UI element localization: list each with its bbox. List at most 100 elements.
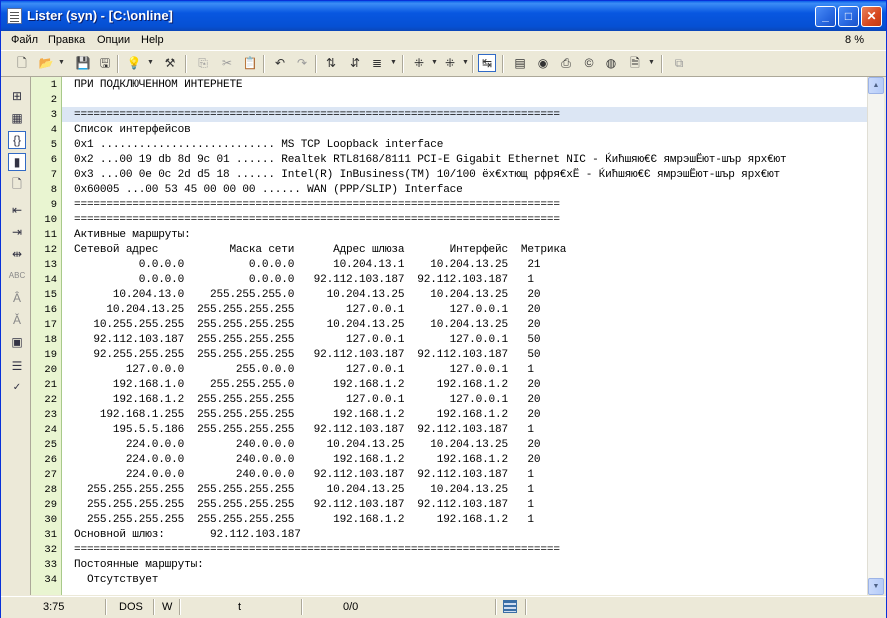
export-icon[interactable]: ▤ [511,54,529,72]
copy-icon[interactable]: ⎘ [194,54,212,72]
document-icon[interactable]: 🗋 [8,175,26,193]
list-icon[interactable]: ☰ [8,357,26,375]
open-icon[interactable]: 📂 [37,54,55,72]
indent-right-icon[interactable]: ⇥ [8,223,26,241]
sort-desc-icon[interactable]: ⇵ [346,54,364,72]
sort-asc-icon[interactable]: ⇅ [322,54,340,72]
line-number: 12 [44,244,57,256]
font-size-up-icon[interactable]: Â [8,289,26,307]
save-as-icon[interactable]: 🖫 [96,54,114,72]
cursor-position: 3:75 [43,601,65,613]
line-number: 28 [44,484,57,496]
text-line: 127.0.0.0 255.0.0.0 127.0.0.1 127.0.0.1 … [74,364,534,376]
undo-icon[interactable]: ↶ [271,54,289,72]
scroll-up-icon[interactable]: ▲ [868,77,884,94]
align-icon[interactable]: ⇹ [8,245,26,263]
status-divider [525,599,527,615]
page-dropdown-icon[interactable]: ▼ [648,54,655,72]
text-line: 255.255.255.255 255.255.255.255 10.204.1… [74,484,534,496]
toolbar-separator [117,55,119,73]
indent-icon[interactable]: ⁜ [410,54,428,72]
menu-edit[interactable]: Правка [48,34,85,46]
format-icon[interactable]: ≣ [368,54,386,72]
line-number: 33 [44,559,57,571]
text-line: 10.204.13.0 255.255.255.0 10.204.13.25 1… [74,289,541,301]
text-line: ПРИ ПОДКЛЮЧЕННОМ ИНТЕРНЕТЕ [74,79,243,91]
tools-icon[interactable]: ⚒ [161,54,179,72]
save-icon[interactable]: 💾 [74,54,92,72]
status-divider [179,599,181,615]
indent-left-icon[interactable]: ⇤ [8,201,26,219]
status-divider [495,599,497,615]
paste-icon[interactable]: 📋 [241,54,259,72]
new-file-icon[interactable]: 🗋 [13,54,31,72]
line-number: 10 [44,214,57,226]
text-line: 192.168.1.255 255.255.255.255 192.168.1.… [74,409,541,421]
hint-dropdown-icon[interactable]: ▼ [147,54,154,72]
text-line: Сетевой адрес Маска сети Адрес шлюза Инт… [74,244,567,256]
menu-options[interactable]: Опции [97,34,130,46]
left-toolbar: ⊞ ▦ {} ▮ 🗋 ⇤ ⇥ ⇹ ABC Â Ǎ ▣ ☰ ✓ [1,77,31,595]
outdent-dropdown-icon[interactable]: ▼ [462,54,469,72]
text-line: Постоянные маршруты: [74,559,204,571]
menu-file[interactable]: Файл [11,34,38,46]
wrap-mode[interactable]: W [162,600,172,615]
font-size-down-icon[interactable]: Ǎ [8,311,26,329]
maximize-button[interactable]: □ [838,6,859,27]
line-ending-mode[interactable]: DOS [119,600,143,615]
web-icon[interactable]: ◉ [534,54,552,72]
status-divider [105,599,107,615]
menu-help[interactable]: Help [141,34,164,46]
scroll-down-icon[interactable]: ▼ [868,578,884,595]
copyright-icon[interactable]: © [580,54,598,72]
nic-icon[interactable]: ◍ [602,54,620,72]
calendar-icon[interactable]: ▣ [8,333,26,351]
vertical-scrollbar[interactable]: ▲ ▼ [867,77,884,595]
word-wrap-icon[interactable]: ↹ [478,54,496,72]
cut-icon[interactable]: ✂ [218,54,236,72]
zoom-level[interactable]: 8 % [845,34,864,46]
text-line: 224.0.0.0 240.0.0.0 92.112.103.187 92.11… [74,469,534,481]
line-number: 29 [44,499,57,511]
page-icon[interactable]: 🗎 [626,54,644,72]
lister-app-icon[interactable] [7,8,22,24]
line-number: 32 [44,544,57,556]
line-number: 8 [50,184,57,196]
text-line: 0x1 ........................... MS TCP L… [74,139,444,151]
toolbar-separator [402,55,404,73]
bracket-icon[interactable]: {} [8,131,26,149]
indent-dropdown-icon[interactable]: ▼ [431,54,438,72]
open-dropdown-icon[interactable]: ▼ [58,54,65,72]
minimize-button[interactable]: _ [815,6,836,27]
line-number: 7 [50,169,57,181]
highlight-icon[interactable]: ▮ [8,153,26,171]
hint-icon[interactable]: 💡 [125,54,143,72]
toolbar-separator [263,55,265,73]
outdent-icon[interactable]: ⁜ [441,54,459,72]
text-line: 0x2 ...00 19 db 8d 9c 01 ...... Realtek … [74,154,787,166]
line-number: 14 [44,274,57,286]
text-line: 224.0.0.0 240.0.0.0 10.204.13.25 10.204.… [74,439,541,451]
text-line: 195.5.5.186 255.255.255.255 92.112.103.1… [74,424,534,436]
redo-icon[interactable]: ↷ [293,54,311,72]
window-title: Lister (syn) - [C:\online] [27,8,173,23]
spellcheck-icon[interactable]: ✓ [8,379,26,397]
title-bar[interactable]: Lister (syn) - [C:\online] _ □ ✕ [1,1,886,31]
text-viewer[interactable]: 1 2 3 4 5 6 7 8 9 10 11 12 13 14 15 16 17 18 19 20 21 22 23 24 2… [31,77,867,595]
menu-bar: Файл Правка Опции Help 8 % [1,31,886,50]
close-button[interactable]: ✕ [861,6,882,27]
status-divider [153,599,155,615]
encoding-status-icon[interactable] [503,600,517,613]
line-number: 21 [44,379,57,391]
print-icon[interactable]: ⎙ [557,54,575,72]
line-number: 25 [44,439,57,451]
encoding-icon[interactable]: ⧉ [670,54,688,72]
format-dropdown-icon[interactable]: ▼ [390,54,397,72]
text-line: 192.168.1.0 255.255.255.0 192.168.1.2 19… [74,379,541,391]
tree-icon[interactable]: ⊞ [8,87,26,105]
structure-icon[interactable]: ▦ [8,109,26,127]
text-line: 10.255.255.255 255.255.255.255 10.204.13… [74,319,541,331]
text-line: 0x60005 ...00 53 45 00 00 00 ...... WAN … [74,184,463,196]
text-line: Отсутствует [74,574,159,586]
abc-icon[interactable]: ABC [8,267,26,285]
